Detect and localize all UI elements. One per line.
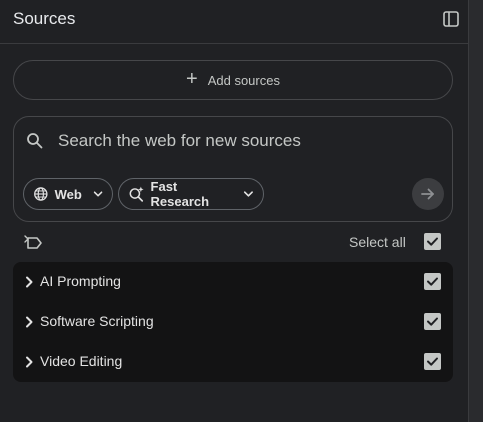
collapse-panel-button[interactable] <box>440 8 462 30</box>
window-edge <box>469 0 483 422</box>
search-icon <box>27 133 43 149</box>
chevron-right-icon <box>26 316 33 328</box>
panel-collapse-icon <box>443 11 459 27</box>
source-type-label: Web <box>54 186 82 202</box>
undo-tag-icon[interactable] <box>22 233 44 253</box>
source-type-dropdown[interactable]: Web <box>23 178 113 210</box>
source-checkbox[interactable] <box>424 313 441 330</box>
source-item-label: Software Scripting <box>40 313 154 329</box>
checkmark-icon <box>427 357 438 366</box>
chevron-down-icon <box>244 191 254 197</box>
sources-list: AI Prompting Software Scripting Video Ed… <box>13 262 453 382</box>
select-all-label: Select all <box>349 234 406 250</box>
panel-header: Sources <box>0 0 469 44</box>
chevron-down-icon <box>93 191 103 197</box>
select-all-row: Select all <box>13 230 453 254</box>
select-all-checkbox[interactable] <box>424 233 441 250</box>
checkmark-icon <box>427 317 438 326</box>
arrow-right-icon <box>421 188 434 200</box>
source-item-software-scripting[interactable]: Software Scripting <box>13 302 453 342</box>
source-checkbox[interactable] <box>424 273 441 290</box>
checkmark-icon <box>427 277 438 286</box>
research-mode-label: Fast Research <box>150 179 210 209</box>
plus-icon: + <box>186 68 198 90</box>
source-item-label: Video Editing <box>40 353 123 369</box>
sources-panel: Sources + Add sources Web <box>0 0 469 422</box>
source-item-video-editing[interactable]: Video Editing <box>13 342 453 382</box>
chevron-right-icon <box>26 356 33 368</box>
submit-search-button[interactable] <box>412 178 444 210</box>
globe-icon <box>34 187 48 201</box>
panel-title: Sources <box>13 9 76 28</box>
add-sources-label: Add sources <box>207 72 280 88</box>
add-sources-button[interactable]: + Add sources <box>13 60 453 100</box>
source-item-ai-prompting[interactable]: AI Prompting <box>13 262 453 302</box>
source-item-label: AI Prompting <box>40 273 121 289</box>
web-search-input[interactable] <box>58 129 438 153</box>
research-mode-dropdown[interactable]: Fast Research <box>118 178 264 210</box>
sparkle-search-icon <box>129 186 144 202</box>
web-search-box: Web Fast Research <box>13 116 453 222</box>
checkmark-icon <box>427 237 438 246</box>
chevron-right-icon <box>26 276 33 288</box>
source-checkbox[interactable] <box>424 353 441 370</box>
